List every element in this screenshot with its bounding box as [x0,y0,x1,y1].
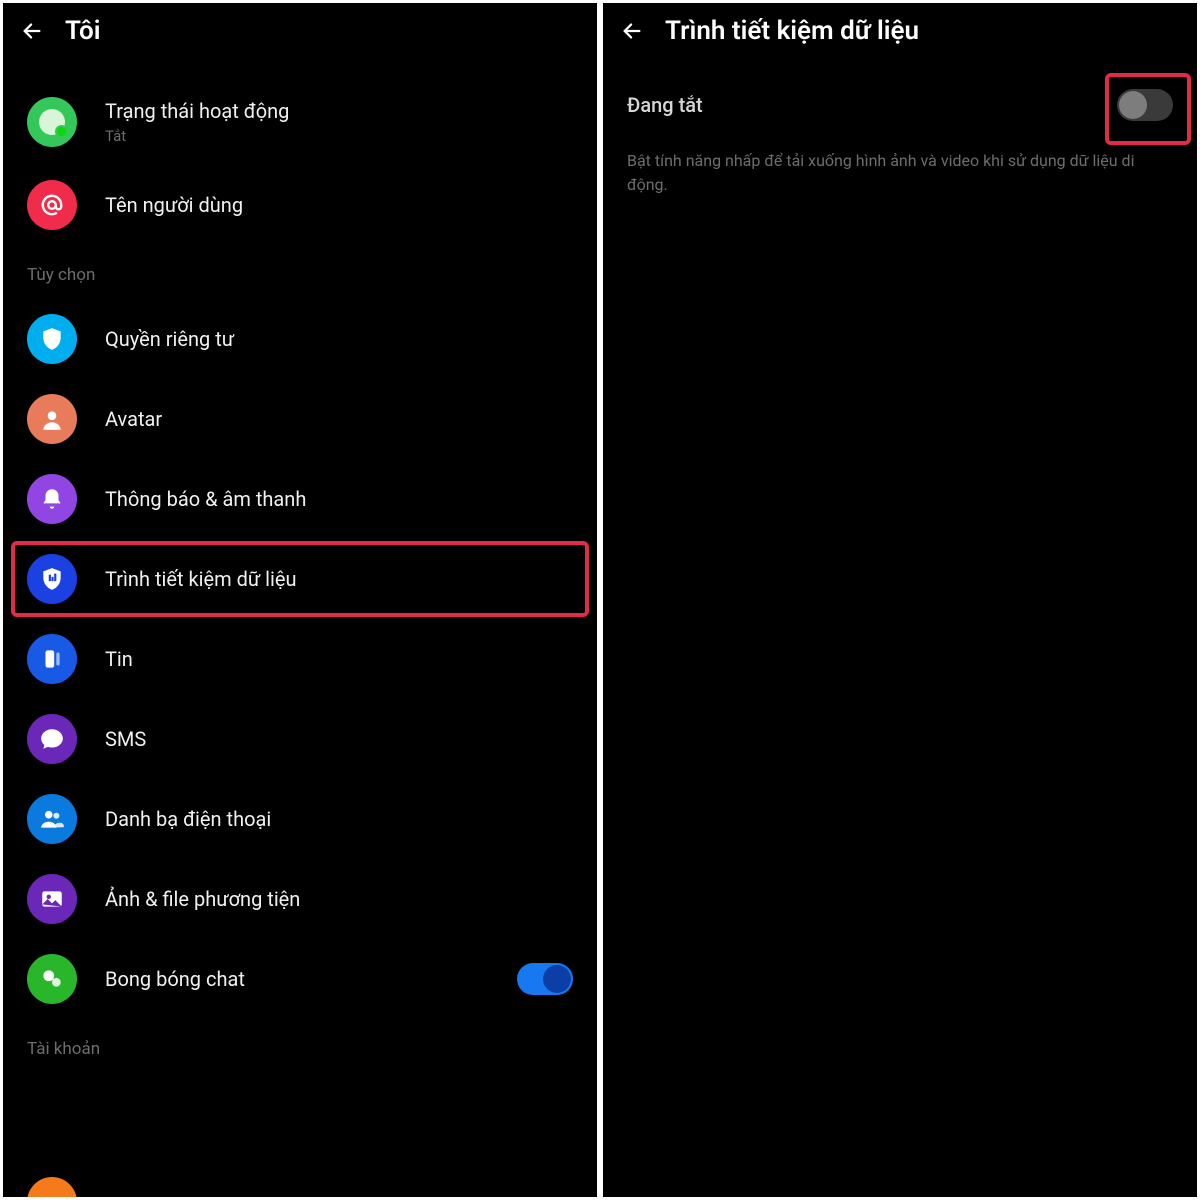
row-notifications[interactable]: Thông báo & âm thanh [3,459,597,539]
data-saver-toggle-row: Đang tắt [603,59,1197,141]
row-label: Danh bạ điện thoại [105,807,271,831]
row-label: Thông báo & âm thanh [105,487,306,511]
row-label: Trạng thái hoạt động [105,99,573,123]
right-screen: Trình tiết kiệm dữ liệu Đang tắt Bật tín… [603,3,1197,1197]
highlight-frame [11,541,589,617]
people-icon [27,794,77,844]
row-label: Ảnh & file phương tiện [105,887,300,911]
row-data-saver[interactable]: Trình tiết kiệm dữ liệu [3,539,597,619]
section-account: Tài khoản [3,1019,597,1073]
avatar-icon [27,394,77,444]
row-label: Bong bóng chat [105,967,489,991]
row-active-status[interactable]: Trạng thái hoạt động Tắt [3,79,597,165]
settings-list: Trạng thái hoạt động Tắt Tên người dùng … [3,59,597,1073]
at-sign-icon [27,180,77,230]
row-username[interactable]: Tên người dùng [3,165,597,245]
row-avatar[interactable]: Avatar [3,379,597,459]
row-contacts[interactable]: Danh bạ điện thoại [3,779,597,859]
row-label: Trình tiết kiệm dữ liệu [105,567,297,591]
page-title: Tôi [65,16,100,46]
row-label: Tên người dùng [105,193,243,217]
row-label: SMS [105,727,146,751]
description-text: Bật tính năng nhấp để tải xuống hình ảnh… [603,141,1197,197]
bell-icon [27,474,77,524]
row-sublabel: Tắt [105,127,573,145]
row-privacy[interactable]: Quyền riêng tư [3,299,597,379]
data-saver-toggle[interactable] [1117,89,1173,121]
bubbles-icon [27,954,77,1004]
page-title: Trình tiết kiệm dữ liệu [665,16,919,46]
shield-icon [27,314,77,364]
row-chat-bubbles[interactable]: Bong bóng chat [3,939,597,1019]
active-status-icon [27,97,77,147]
photo-icon [27,874,77,924]
row-sms[interactable]: SMS [3,699,597,779]
back-button[interactable] [621,20,643,42]
chat-bubbles-toggle[interactable] [517,963,573,995]
row-label: Tin [105,647,133,671]
row-story[interactable]: Tin [3,619,597,699]
right-header: Trình tiết kiệm dữ liệu [603,3,1197,59]
chat-icon [27,714,77,764]
section-preferences: Tùy chọn [3,245,597,299]
left-header: Tôi [3,3,597,59]
story-icon [27,634,77,684]
row-media[interactable]: Ảnh & file phương tiện [3,859,597,939]
partial-row-icon [27,1177,77,1197]
status-label: Đang tắt [627,93,703,117]
left-screen: Tôi Trạng thái hoạt động Tắt Tên người d… [3,3,597,1197]
data-saver-icon [27,554,77,604]
row-label: Quyền riêng tư [105,327,234,351]
row-label: Avatar [105,407,162,431]
back-button[interactable] [21,20,43,42]
